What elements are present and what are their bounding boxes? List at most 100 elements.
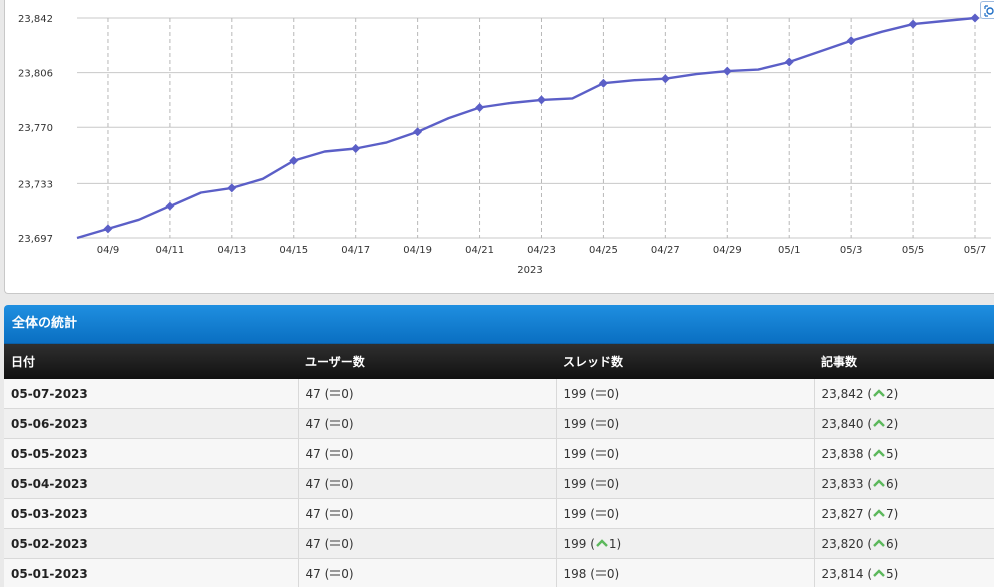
cell-threads: 199 (0): [556, 379, 815, 409]
data-point-marker: [970, 13, 980, 23]
threads-delta: 0: [606, 416, 615, 431]
cell-threads: 199 (0): [556, 438, 815, 469]
data-point-marker: [722, 66, 732, 76]
users-delta: 0: [341, 566, 349, 581]
users-delta: 0: [341, 416, 349, 431]
posts-value: 23,840: [821, 416, 864, 431]
equal-icon: [330, 390, 341, 396]
users-delta: 0: [341, 536, 349, 551]
posts-value: 23,838: [821, 446, 864, 461]
cell-users: 47 (0): [298, 408, 557, 439]
posts-delta: 5: [886, 566, 894, 581]
stats-panel-title: 全体の統計: [4, 305, 994, 344]
cell-users: 47 (0): [298, 438, 557, 469]
threads-delta: 0: [606, 506, 615, 521]
equal-icon: [595, 390, 606, 396]
cell-posts: 23,833 (6): [814, 468, 994, 499]
x-tick-label: 04/17: [341, 245, 370, 256]
zoom-reset-button[interactable]: [980, 1, 994, 19]
y-tick-label: 23,697: [18, 234, 53, 245]
y-tick-label: 23,806: [18, 69, 53, 80]
equal-icon: [595, 570, 606, 576]
data-point-marker: [227, 183, 237, 193]
threads-value: 199: [563, 386, 587, 401]
cell-date: 05-07-2023: [4, 379, 299, 409]
chart-panel: 23,697 23,733 23,770 23,806 23,842 04/9 04/11 0…: [4, 0, 994, 294]
stats-panel: 全体の統計 日付 ユーザー数 スレッド数 記事数 05-07-2023 47 (0…: [4, 305, 994, 587]
cell-posts: 23,814 (5): [814, 558, 994, 587]
users-delta: 0: [341, 476, 349, 491]
posts-value: 23,814: [821, 566, 864, 581]
posts-delta: 2: [886, 386, 894, 401]
table-row: 05-06-2023 47 (0) 199 (0) 23,840 (2): [4, 408, 994, 439]
data-point-marker: [413, 127, 423, 137]
y-tick-label: 23,733: [18, 179, 53, 190]
data-point-marker: [165, 201, 175, 211]
x-tick-label: 04/21: [465, 245, 494, 256]
users-value: 47: [305, 416, 321, 431]
up-arrow-icon: [873, 509, 885, 517]
posts-value: 23,833: [821, 476, 864, 491]
users-value: 47: [305, 566, 321, 581]
x-tick-label: 05/5: [902, 245, 924, 256]
threads-value: 198: [563, 566, 587, 581]
cell-threads: 199 (0): [556, 498, 815, 529]
table-row: 05-01-2023 47 (0) 198 (0) 23,814 (5): [4, 558, 994, 587]
data-point-marker: [908, 19, 918, 29]
users-delta: 0: [341, 386, 349, 401]
up-arrow-icon: [873, 449, 885, 457]
table-row: 05-07-2023 47 (0) 199 (0) 23,842 (2): [4, 379, 994, 409]
threads-delta: 0: [606, 446, 615, 461]
table-row: 05-05-2023 47 (0) 199 (0) 23,838 (5): [4, 438, 994, 469]
posts-value: 23,827: [821, 506, 864, 521]
table-row: 05-03-2023 47 (0) 199 (0) 23,827 (7): [4, 498, 994, 529]
x-tick-label: 04/13: [217, 245, 246, 256]
posts-delta: 6: [886, 536, 894, 551]
column-header-threads: スレッド数: [556, 344, 814, 379]
users-delta: 0: [341, 506, 349, 521]
posts-delta: 6: [886, 476, 894, 491]
posts-value: 23,842: [821, 386, 864, 401]
x-tick-label: 04/19: [403, 245, 432, 256]
equal-icon: [330, 450, 341, 456]
up-arrow-icon: [873, 419, 885, 427]
x-axis-title: 2023: [517, 265, 542, 276]
data-point-marker: [846, 36, 856, 46]
series-line: [76, 16, 976, 240]
x-tick-label: 04/23: [527, 245, 556, 256]
cell-date: 05-01-2023: [4, 558, 299, 587]
equal-icon: [595, 480, 606, 486]
equal-icon: [330, 570, 341, 576]
cell-threads: 199 (0): [556, 468, 815, 499]
threads-value: 199: [563, 506, 587, 521]
cell-users: 47 (0): [298, 468, 557, 499]
equal-icon: [330, 480, 341, 486]
up-arrow-icon: [873, 539, 885, 547]
data-point-marker: [536, 95, 546, 105]
threads-delta: 0: [606, 386, 615, 401]
data-point-marker: [351, 143, 361, 153]
x-tick-label: 04/29: [713, 245, 742, 256]
cell-date: 05-05-2023: [4, 438, 299, 469]
cell-posts: 23,827 (7): [814, 498, 994, 529]
cell-users: 47 (0): [298, 498, 557, 529]
line-chart: 23,697 23,733 23,770 23,806 23,842 04/9 04/11 0…: [18, 13, 991, 276]
data-point-marker: [660, 74, 670, 84]
cell-threads: 198 (0): [556, 558, 815, 587]
x-tick-label: 04/11: [155, 245, 184, 256]
equal-icon: [330, 420, 341, 426]
column-header-users: ユーザー数: [298, 344, 556, 379]
x-tick-label: 05/1: [778, 245, 800, 256]
posts-delta: 7: [886, 506, 894, 521]
equal-icon: [330, 510, 341, 516]
y-tick-label: 23,770: [18, 123, 53, 134]
posts-value: 23,820: [821, 536, 864, 551]
cell-date: 05-04-2023: [4, 468, 299, 499]
data-point-marker: [475, 103, 485, 113]
equal-icon: [330, 540, 341, 546]
users-value: 47: [305, 536, 321, 551]
table-row: 05-02-2023 47 (0) 199 (1) 23,820 (6): [4, 528, 994, 559]
data-point-marker: [103, 224, 113, 234]
stats-table: 日付 ユーザー数 スレッド数 記事数 05-07-2023 47 (0) 199 (…: [4, 344, 994, 587]
cell-users: 47 (0): [298, 528, 557, 559]
